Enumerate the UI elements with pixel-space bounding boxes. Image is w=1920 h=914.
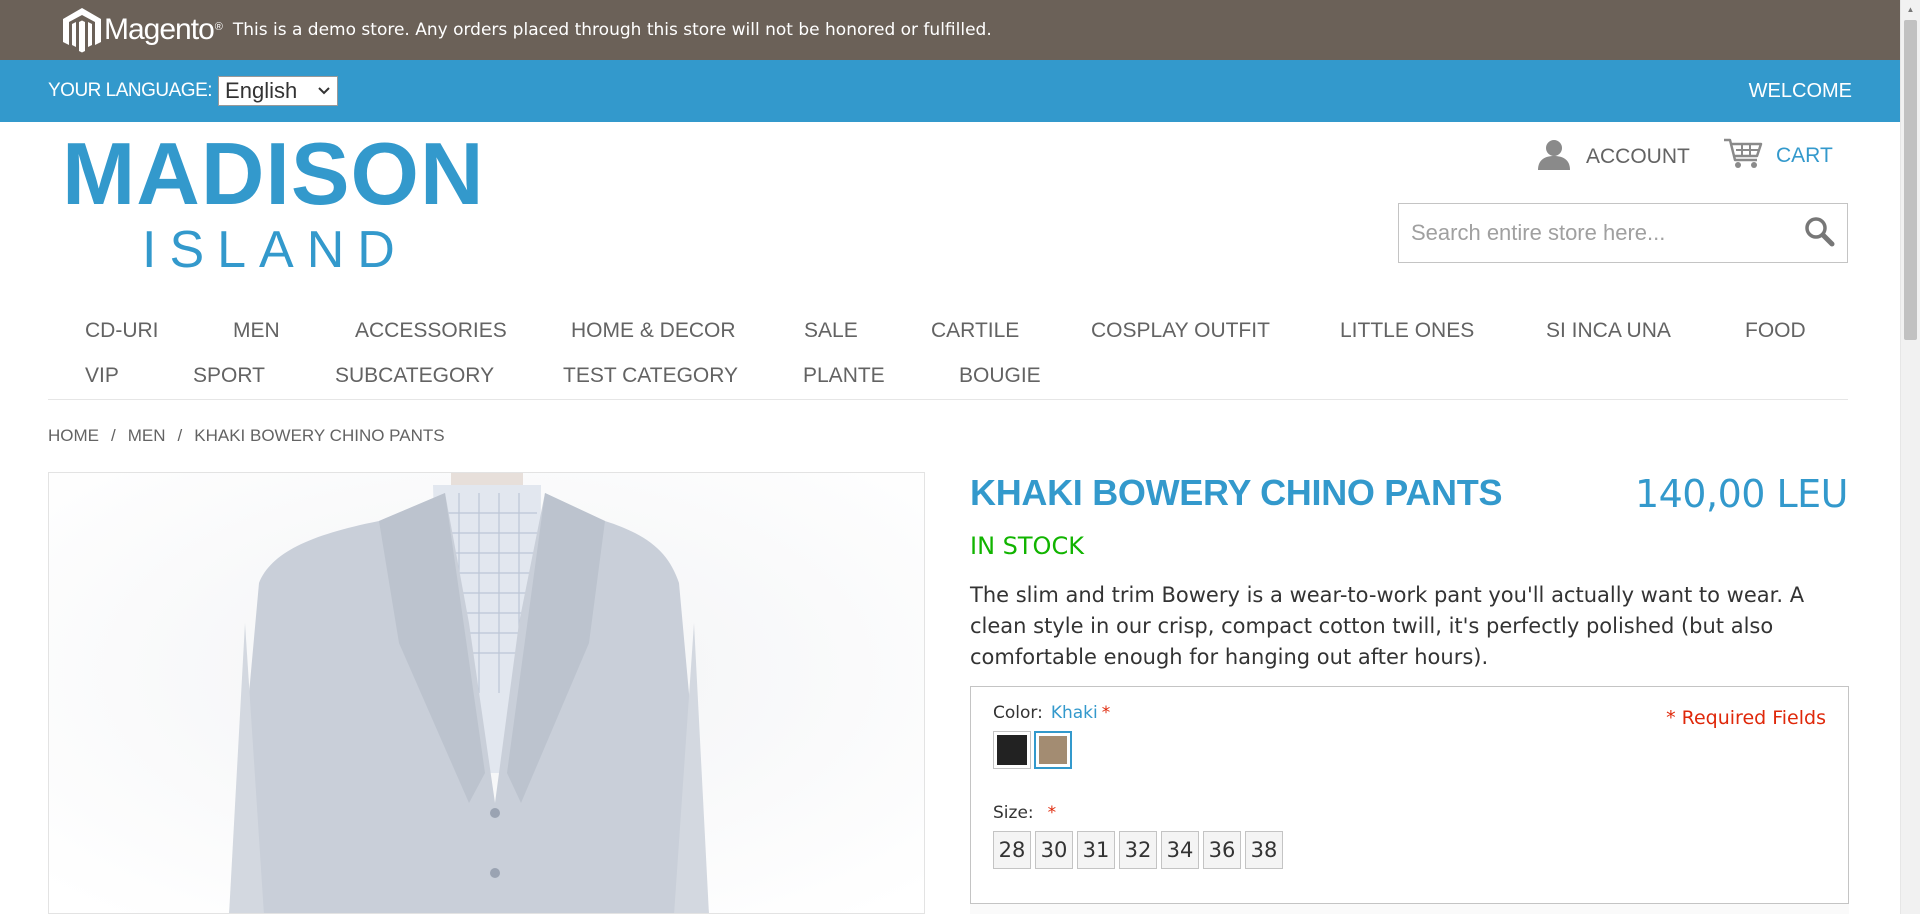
nav-item-bougie[interactable]: BOUGIE: [959, 364, 1041, 388]
breadcrumb-men[interactable]: MEN: [128, 426, 166, 445]
main-navigation: CD-URI MEN ACCESSORIES HOME & DECOR SALE…: [48, 308, 1848, 400]
required-star: *: [1101, 703, 1111, 723]
add-to-cart-section: [970, 903, 1849, 914]
registered-mark: ®: [214, 21, 223, 33]
size-option-34[interactable]: 34: [1161, 831, 1199, 869]
nav-item-subcategory[interactable]: SUBCATEGORY: [335, 364, 494, 388]
color-selected-value: Khaki: [1050, 703, 1098, 723]
breadcrumb-separator: /: [111, 426, 116, 445]
welcome-message: WELCOME: [1748, 79, 1852, 102]
demo-store-bar: Magento ® This is a demo store. Any orde…: [0, 0, 1900, 60]
required-star: *: [1047, 803, 1057, 823]
scroll-up-arrow-icon[interactable]: ▲: [1901, 0, 1920, 18]
swatch-fill: [997, 735, 1027, 765]
nav-item-cartile[interactable]: CARTILE: [931, 319, 1019, 343]
nav-item-test-category[interactable]: TEST CATEGORY: [563, 364, 738, 388]
breadcrumb-current: KHAKI BOWERY CHINO PANTS: [194, 426, 445, 445]
nav-item-plante[interactable]: PLANTE: [803, 364, 885, 388]
nav-item-food[interactable]: FOOD: [1745, 319, 1806, 343]
language-bar: YOUR LANGUAGE: English WELCOME: [0, 60, 1900, 122]
account-link[interactable]: ACCOUNT: [1536, 138, 1690, 175]
breadcrumb-home[interactable]: HOME: [48, 426, 99, 445]
demo-notice: This is a demo store. Any orders placed …: [232, 20, 992, 40]
product-name: KHAKI BOWERY CHINO PANTS: [970, 472, 1503, 513]
product-description: The slim and trim Bowery is a wear-to-wo…: [970, 583, 1805, 669]
nav-item-little-ones[interactable]: LITTLE ONES: [1340, 319, 1474, 343]
store-logo[interactable]: MADISON ISLAND: [62, 124, 485, 279]
magento-wordmark: Magento: [104, 13, 215, 46]
magento-logo: Magento ®: [62, 7, 223, 53]
chevron-down-icon: [317, 83, 331, 99]
size-option-31[interactable]: 31: [1077, 831, 1115, 869]
product-options: Color: Khaki * * Required Fields Size: * 28…: [970, 686, 1849, 914]
account-label: ACCOUNT: [1586, 144, 1690, 168]
page-scrollbar[interactable]: ▲: [1900, 0, 1920, 914]
product-image[interactable]: [48, 472, 925, 914]
search-input[interactable]: [1399, 204, 1791, 262]
breadcrumb: HOME / MEN / KHAKI BOWERY CHINO PANTS: [48, 426, 445, 446]
language-label: YOUR LANGUAGE:: [48, 80, 213, 101]
logo-line-1: MADISON: [62, 124, 485, 223]
swatch-fill: [1039, 736, 1067, 764]
product-price: 140,00 LEU: [1634, 472, 1849, 516]
color-swatch-khaki[interactable]: [1034, 731, 1072, 769]
search-button[interactable]: [1791, 204, 1847, 262]
stock-status: IN STOCK: [970, 532, 1084, 560]
product-photo: [49, 473, 924, 913]
color-swatch-charcoal[interactable]: [993, 731, 1031, 769]
size-option-38[interactable]: 38: [1245, 831, 1283, 869]
cart-icon: [1722, 136, 1764, 175]
color-label-row: Color: Khaki *: [993, 703, 1110, 723]
size-option-36[interactable]: 36: [1203, 831, 1241, 869]
nav-item-vip[interactable]: VIP: [85, 364, 119, 388]
cart-link[interactable]: CART: [1722, 136, 1833, 175]
size-option-30[interactable]: 30: [1035, 831, 1073, 869]
nav-item-sale[interactable]: SALE: [804, 319, 858, 343]
breadcrumb-separator: /: [177, 426, 183, 445]
required-fields-note: * Required Fields: [1666, 707, 1826, 729]
language-select[interactable]: English: [218, 76, 339, 106]
color-label: Color:: [993, 703, 1043, 723]
user-icon: [1536, 138, 1572, 175]
magento-icon: [63, 8, 101, 53]
nav-item-cd-uri[interactable]: CD-URI: [85, 319, 159, 343]
search-icon: [1803, 215, 1835, 252]
logo-line-2: ISLAND: [142, 221, 408, 279]
size-option-28[interactable]: 28: [993, 831, 1031, 869]
language-selected-value: English: [225, 78, 298, 103]
size-option-32[interactable]: 32: [1119, 831, 1157, 869]
nav-item-si-inca-una[interactable]: SI INCA UNA: [1546, 319, 1671, 343]
nav-item-men[interactable]: MEN: [233, 319, 280, 343]
nav-item-cosplay-outfit[interactable]: COSPLAY OUTFIT: [1091, 319, 1270, 343]
nav-item-home-decor[interactable]: HOME & DECOR: [571, 319, 736, 343]
scrollbar-thumb[interactable]: [1904, 20, 1917, 340]
cart-label: CART: [1776, 143, 1833, 167]
size-label: Size:: [993, 803, 1034, 823]
nav-item-sport[interactable]: SPORT: [193, 364, 265, 388]
size-label-row: Size: *: [993, 803, 1056, 823]
search-box: [1398, 203, 1848, 263]
nav-item-accessories[interactable]: ACCESSORIES: [355, 319, 507, 343]
